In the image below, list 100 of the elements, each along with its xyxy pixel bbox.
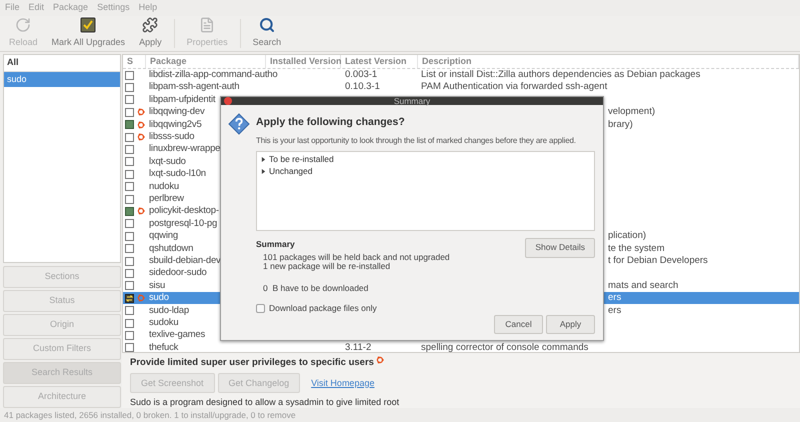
toolbar-button[interactable]: Apply [132,16,169,51]
table-cell: sidedoor-sudo [149,267,207,278]
table-cell: brary) [608,118,633,130]
table-cell: PAM Authentication via forwarded ssh-agent [421,81,608,92]
dialog-button[interactable]: Apply [546,315,595,334]
table-cell: linuxbrew-wrappe [149,143,220,154]
filter-button[interactable]: Origin [3,314,121,336]
filter-button[interactable]: Custom Filters [3,338,121,360]
checkbox[interactable] [125,194,134,204]
table-cell: sudo [149,292,169,304]
column-header[interactable]: Installed Version [270,54,342,68]
status-text: 41 packages listed, 2656 installed, 0 broken. 1 to install/upgrade, 0 to remove [4,408,296,422]
reinstall-checkbox[interactable] [125,294,134,303]
toolbar-button[interactable]: Search [246,16,288,51]
show-details-button[interactable]: Show Details [525,238,595,258]
checkbox[interactable] [125,318,134,328]
menu-item[interactable]: Package [53,1,88,15]
tree-item[interactable]: To be re-installed [269,153,334,166]
dialog-title: Summary [394,94,430,108]
table-cell: qqwing [149,230,178,242]
checkbox[interactable] [125,132,134,142]
table-cell: texlive-games [149,329,206,340]
tree-item[interactable]: Unchanged [269,165,312,178]
checkbox[interactable] [125,206,134,216]
table-cell: thefuck [149,342,178,353]
checkbox[interactable] [125,244,134,254]
menu-item[interactable]: File [5,1,20,15]
table-cell: sisu [149,280,166,291]
checkbox[interactable] [125,256,134,266]
column-header[interactable]: S [127,54,134,68]
table-cell: libdist-zilla-app-command-autho [149,69,278,80]
question-icon [228,113,250,135]
table-cell: libsss-sudo [149,131,194,142]
expand-arrow-icon[interactable] [261,169,266,174]
table-cell: te the system [608,242,664,254]
menu-item[interactable]: Settings [97,1,130,15]
table-cell: postgresql-10-pg [149,218,218,229]
checkbox[interactable] [125,170,134,179]
filter-button[interactable]: Architecture [3,386,121,408]
checkbox[interactable] [125,343,134,352]
checkbox[interactable] [125,330,134,340]
dialog-message: This is your last opportunity to look through the list of marked changes before they are applied. [256,134,577,147]
checkbox[interactable] [125,70,134,80]
column-header[interactable]: Package [150,54,187,68]
dialog-heading: Apply the following changes? [256,115,406,130]
table-cell: nudoku [149,180,179,192]
checkbox[interactable] [125,157,134,166]
table-cell: qshutdown [149,242,194,254]
menu-item[interactable]: Edit [28,1,44,15]
table-cell: ers [608,304,622,316]
filter-button[interactable]: Sections [3,266,121,288]
menu-item[interactable]: Help [138,1,158,15]
filter-item[interactable]: sudo [4,72,120,87]
checkbox[interactable] [125,145,134,154]
homepage-link[interactable]: Visit Homepage [311,376,374,390]
search-icon [258,17,275,34]
filter-button[interactable]: Status [3,290,121,312]
summary-line: 1 new package will be re-installed [263,262,392,270]
close-icon[interactable] [224,97,232,105]
table-cell: libqqwing-dev [149,106,204,118]
checkbox[interactable] [256,304,265,314]
table-cell: lxqt-sudo [149,156,186,167]
column-header[interactable]: Latest Version [345,54,407,68]
table-cell: 0.003-1 [345,69,378,80]
table-cell: sudoku [149,316,178,328]
table-cell: sbuild-debian-dev [149,254,221,266]
checklist-icon [80,17,96,34]
summary-heading: Summary [256,238,296,250]
checkbox[interactable] [125,120,134,130]
checkbox[interactable] [125,219,134,228]
checkbox[interactable] [125,306,134,316]
details-button[interactable]: Get Changelog [218,373,300,394]
checkbox[interactable] [125,268,134,278]
checkbox[interactable] [125,83,134,92]
table-cell: libpam-ufpidentit [149,94,216,105]
reload-icon [15,17,32,34]
table-cell: perlbrew [149,192,184,204]
expand-arrow-icon[interactable] [261,157,266,162]
table-cell: spelling corrector of console commands [421,342,588,353]
table-cell: lxqt-sudo-l10n [149,168,206,180]
table-cell: sudo-ldap [149,304,189,316]
table-cell: policykit-desktop- [149,205,219,216]
checkbox[interactable] [125,281,134,290]
checkbox[interactable] [125,95,134,104]
column-header[interactable]: Description [422,54,472,68]
table-cell: t for Debian Developers [608,254,708,266]
table-cell: ers [608,292,622,304]
dialog-button[interactable]: Cancel [494,315,543,334]
toolbar-button[interactable]: Mark All Upgrades [44,16,132,51]
table-cell: List or install Dist::Zilla authors dependencies as Debian packages [421,69,700,80]
summary-line: 101 packages will be held back and not upgraded [263,252,451,262]
puzzle-icon [142,17,158,34]
checkbox[interactable] [125,108,134,117]
details-button[interactable]: Get Screenshot [130,373,215,394]
table-cell: 0.10.3-1 [345,81,380,92]
checkbox[interactable] [125,182,134,192]
checkbox[interactable] [125,232,134,241]
download-size: 0 B have to be downloaded [263,282,370,294]
table-cell: plication) [608,230,646,242]
package-description: Sudo is a program designed to allow a sysadmin to give limited root [130,396,400,410]
